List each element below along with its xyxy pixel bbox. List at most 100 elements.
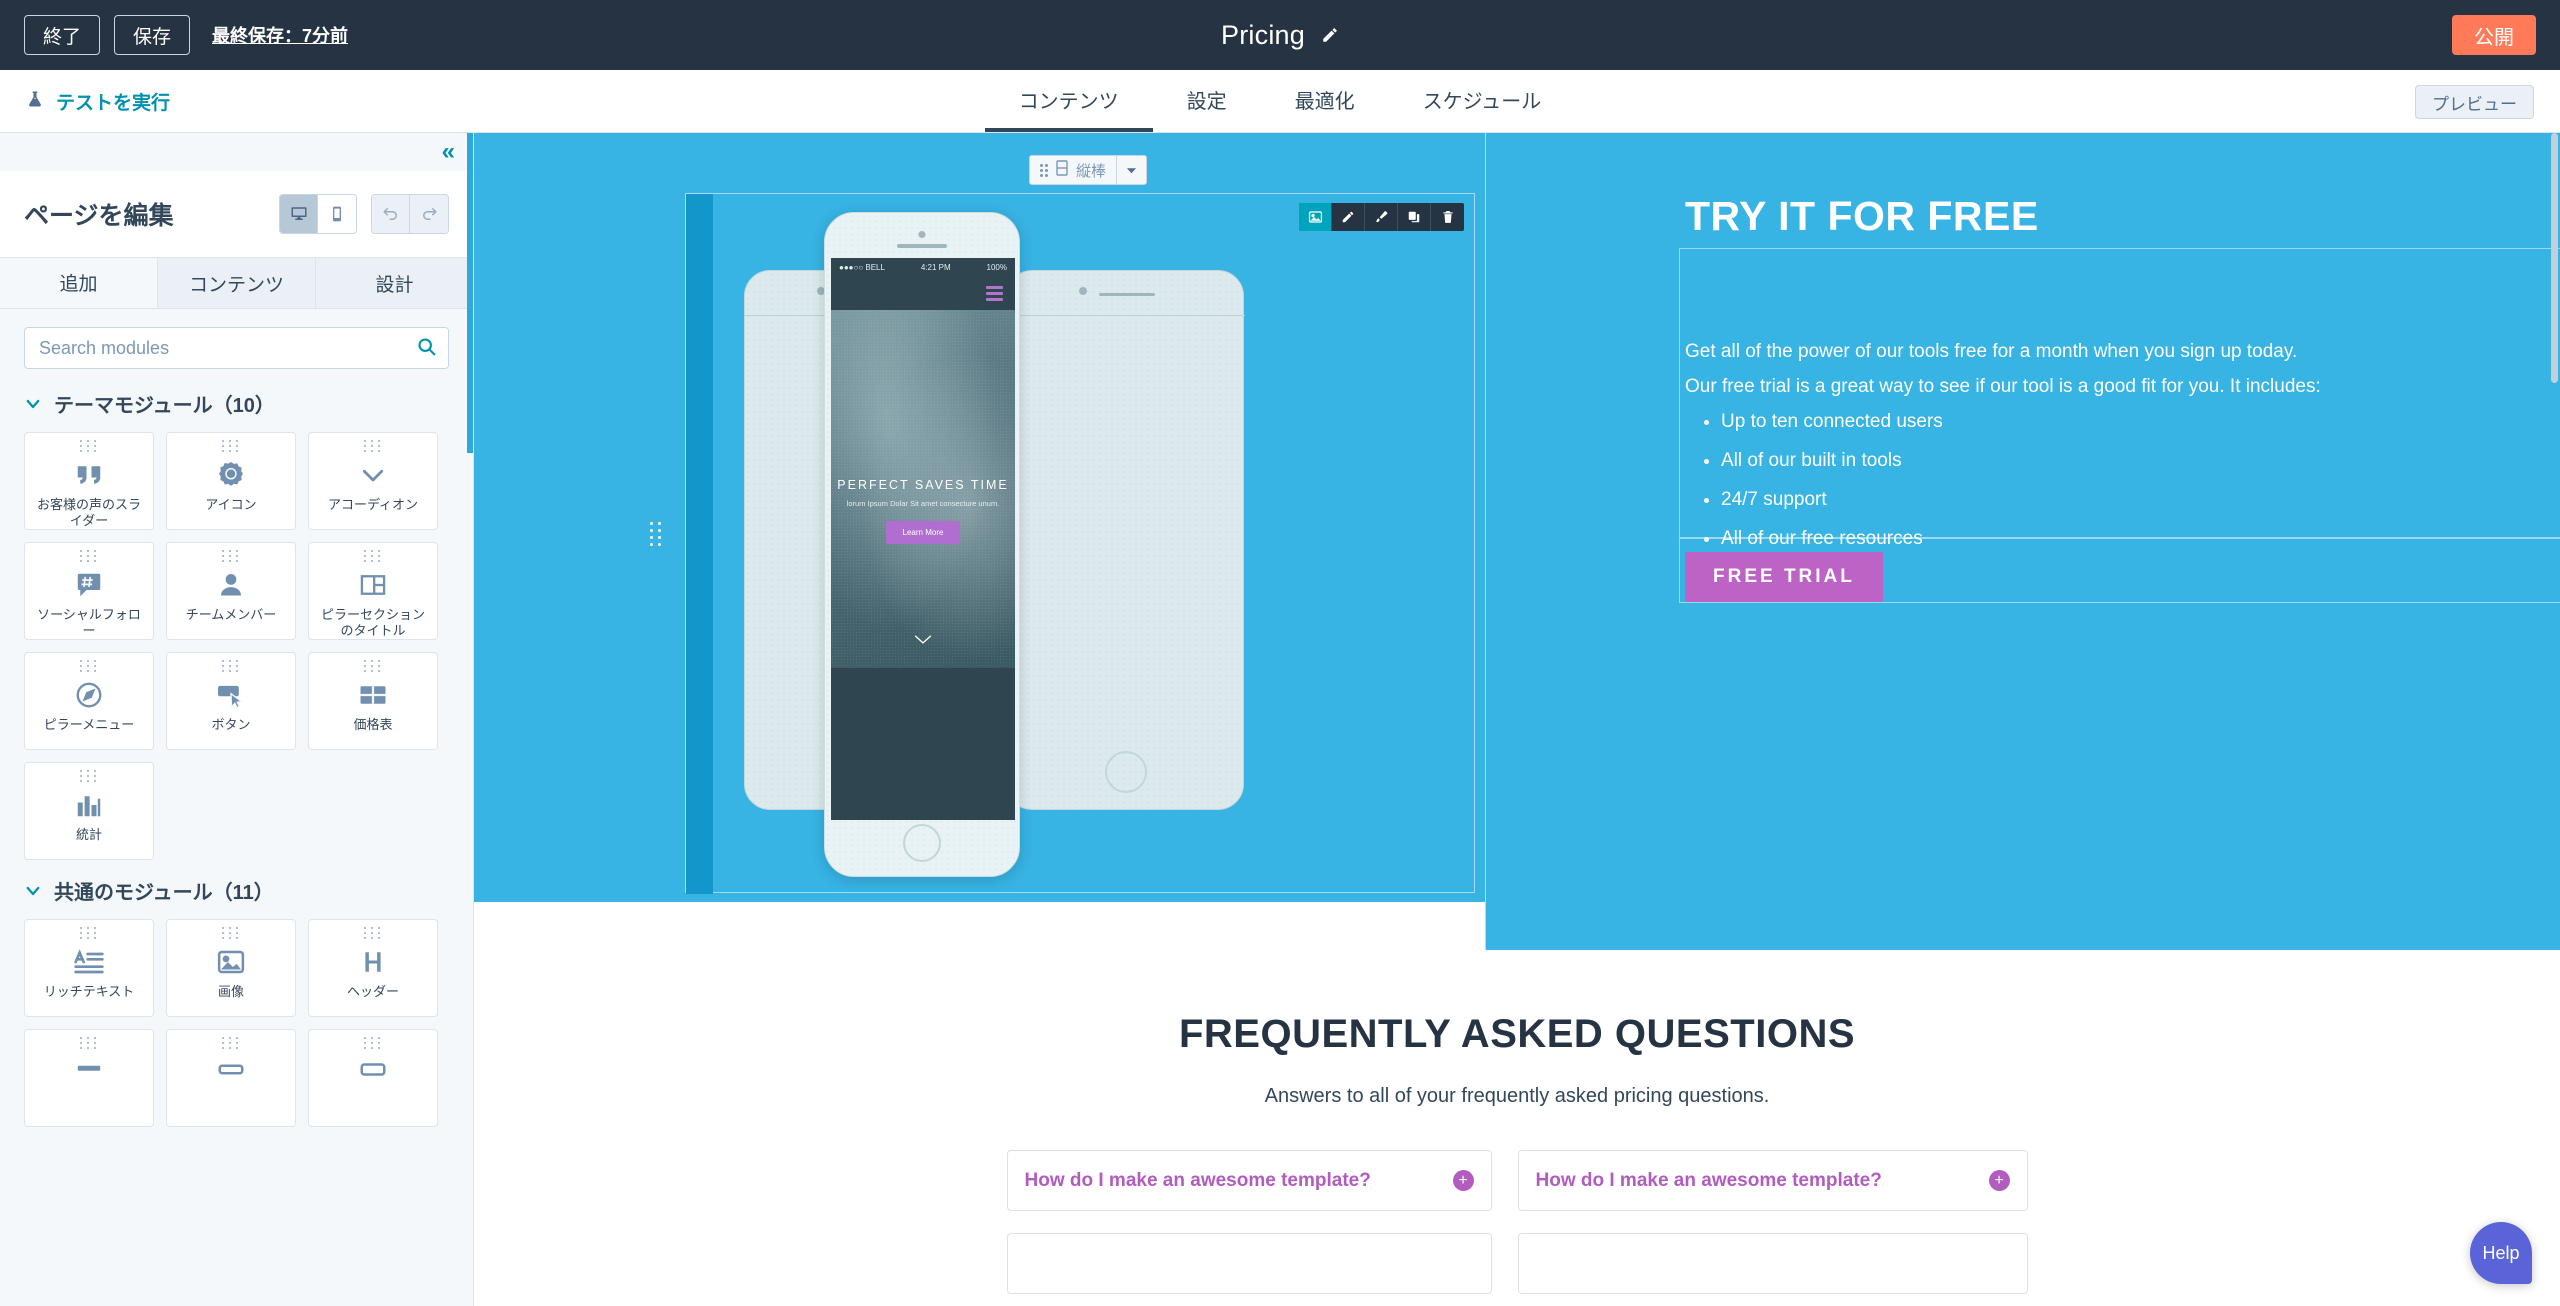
module-card-pillar-section-title[interactable]: ピラーセクションのタイトル — [308, 542, 438, 640]
left-panel-scrollbar[interactable] — [467, 133, 473, 1306]
status-battery: 100% — [986, 262, 1007, 272]
exit-button[interactable]: 終了 — [24, 15, 101, 55]
quote-icon — [73, 456, 105, 494]
drag-dots-icon — [80, 660, 98, 672]
module-card-placeholder-1[interactable] — [24, 1029, 154, 1127]
collapse-row: « — [0, 133, 473, 171]
redo-icon[interactable] — [410, 195, 448, 233]
hamburger-icon[interactable] — [986, 285, 1003, 301]
pencil-icon[interactable] — [1321, 26, 1339, 44]
column-divider — [1485, 133, 1486, 950]
tab-settings[interactable]: 設定 — [1153, 70, 1261, 132]
module-card-testimonial-slider[interactable]: お客様の声のスライダー — [24, 432, 154, 530]
section-drag-handle[interactable]: 縦棒 — [1030, 156, 1116, 184]
drag-dots-icon — [80, 550, 98, 562]
phone-cta-button[interactable]: Learn More — [885, 521, 961, 544]
module-card-placeholder-3[interactable] — [308, 1029, 438, 1127]
status-time: 4:21 PM — [920, 262, 951, 272]
module-card-image[interactable]: 画像 — [166, 919, 296, 1017]
save-button[interactable]: 保存 — [114, 15, 191, 55]
image-icon[interactable] — [1299, 203, 1332, 231]
module-label: チームメンバー — [185, 607, 277, 622]
faq-item[interactable] — [1517, 1233, 2028, 1294]
clone-icon[interactable] — [1398, 203, 1431, 231]
top-bar-center-group: Pricing — [0, 0, 2560, 70]
module-grid-theme: お客様の声のスライダー アイコン アコーディオン ソーシャルフォロー チームメン… — [24, 432, 449, 860]
faq-question: How do I make an awesome template? — [1535, 1169, 1882, 1191]
help-button[interactable]: Help — [2470, 1222, 2532, 1284]
sub-bar: テストを実行 コンテンツ 設定 最適化 スケジュール プレビュー — [0, 70, 2560, 133]
section-toolbar: 縦棒 — [1029, 155, 1148, 185]
chevron-down-icon — [831, 632, 1015, 650]
module-card-statistics[interactable]: 統計 — [24, 762, 154, 860]
module-card-button[interactable]: ボタン — [166, 652, 296, 750]
faq-item[interactable] — [1006, 1233, 1492, 1294]
phone-status-bar: ●●●○○ BELL 4:21 PM 100% — [831, 258, 1015, 276]
panel-tab-add[interactable]: 追加 — [0, 258, 158, 308]
left-panel-scroll-thumb[interactable] — [467, 133, 473, 453]
panel-header: ページを編集 — [0, 171, 473, 258]
module-card-pricing-table[interactable]: 価格表 — [308, 652, 438, 750]
phone-screen: ●●●○○ BELL 4:21 PM 100% PERFECT SAVES TI… — [831, 258, 1015, 820]
publish-button[interactable]: 公開 — [2452, 15, 2536, 55]
trash-icon[interactable] — [1431, 203, 1464, 231]
plus-circle-icon[interactable]: + — [1452, 1170, 1474, 1191]
panel-tab-content[interactable]: コンテンツ — [158, 258, 316, 308]
tab-schedule[interactable]: スケジュール — [1389, 70, 1576, 132]
faq-item[interactable]: How do I make an awesome template? + — [1517, 1150, 2028, 1211]
canvas-scrollbar[interactable] — [2551, 133, 2559, 1306]
module-card-icon[interactable]: アイコン — [166, 432, 296, 530]
drag-dots-icon — [222, 1037, 240, 1049]
module-label: ヘッダー — [346, 984, 399, 999]
rich-text-icon — [73, 943, 105, 981]
pencil-icon[interactable] — [1332, 203, 1365, 231]
bullet-item: Up to ten connected users — [1721, 411, 1943, 433]
tab-content[interactable]: コンテンツ — [984, 70, 1153, 132]
module-card-placeholder-2[interactable] — [166, 1029, 296, 1127]
compass-icon — [74, 676, 104, 714]
undo-icon[interactable] — [372, 195, 410, 233]
chevron-double-left-icon[interactable]: « — [442, 140, 455, 164]
plus-circle-icon[interactable]: + — [1988, 1170, 2010, 1191]
phone-front: ●●●○○ BELL 4:21 PM 100% PERFECT SAVES TI… — [824, 212, 1020, 877]
drag-dots-icon — [364, 660, 382, 672]
phone-headline: PERFECT SAVES TIME — [837, 478, 1009, 492]
column-layout-icon — [1056, 159, 1068, 181]
panel-tab-design[interactable]: 設計 — [316, 258, 473, 308]
mobile-icon[interactable] — [318, 195, 356, 233]
module-group-title: テーマモジュール（10） — [54, 395, 275, 417]
phone-subtext: lorum Ipsum Dolar Sit amet consecture un… — [846, 499, 1000, 508]
search-input[interactable] — [24, 327, 449, 369]
chevron-down-icon[interactable] — [1116, 156, 1146, 184]
hero-left-column[interactable]: ●●●○○ BELL 4:21 PM 100% PERFECT SAVES TI… — [650, 193, 1475, 894]
module-card-pillar-menu[interactable]: ピラーメニュー — [24, 652, 154, 750]
paintbrush-icon[interactable] — [1365, 203, 1398, 231]
tab-optimization[interactable]: 最適化 — [1261, 70, 1389, 132]
module-card-rich-text[interactable]: リッチテキスト — [24, 919, 154, 1017]
module-card-accordion[interactable]: アコーディオン — [308, 432, 438, 530]
canvas-scroll-thumb[interactable] — [2551, 133, 2558, 383]
column-drag-handle[interactable] — [649, 519, 663, 549]
search-icon[interactable] — [416, 336, 437, 357]
module-label: 統計 — [75, 827, 102, 842]
module-group-header-common[interactable]: 共通のモジュール（11） — [24, 876, 449, 905]
search-wrapper — [24, 327, 449, 369]
faq-item[interactable]: How do I make an awesome template? + — [1006, 1150, 1492, 1211]
top-bar: 終了 保存 最終保存：7分前 Pricing 公開 — [0, 0, 2560, 70]
person-icon — [217, 566, 245, 604]
chevron-down-icon — [356, 456, 390, 494]
badge-icon — [216, 456, 246, 494]
last-saved-link[interactable]: 最終保存：7分前 — [212, 22, 348, 48]
drag-dots-icon — [364, 1037, 382, 1049]
top-bar-left-group: 終了 保存 最終保存：7分前 — [0, 15, 348, 55]
module-card-social-follow[interactable]: ソーシャルフォロー — [24, 542, 154, 640]
module-group-header-theme[interactable]: テーマモジュール（10） — [24, 389, 449, 418]
module-card-header[interactable]: ヘッダー — [308, 919, 438, 1017]
module-card-team-member[interactable]: チームメンバー — [166, 542, 296, 640]
preview-button[interactable]: プレビュー — [2415, 85, 2534, 119]
desktop-icon[interactable] — [280, 195, 318, 233]
free-trial-button[interactable]: FREE TRIAL — [1685, 552, 1883, 602]
module-label: 画像 — [217, 984, 244, 999]
phone-mockup-image: ●●●○○ BELL 4:21 PM 100% PERFECT SAVES TI… — [714, 212, 1474, 877]
drag-dots-icon — [222, 927, 240, 939]
